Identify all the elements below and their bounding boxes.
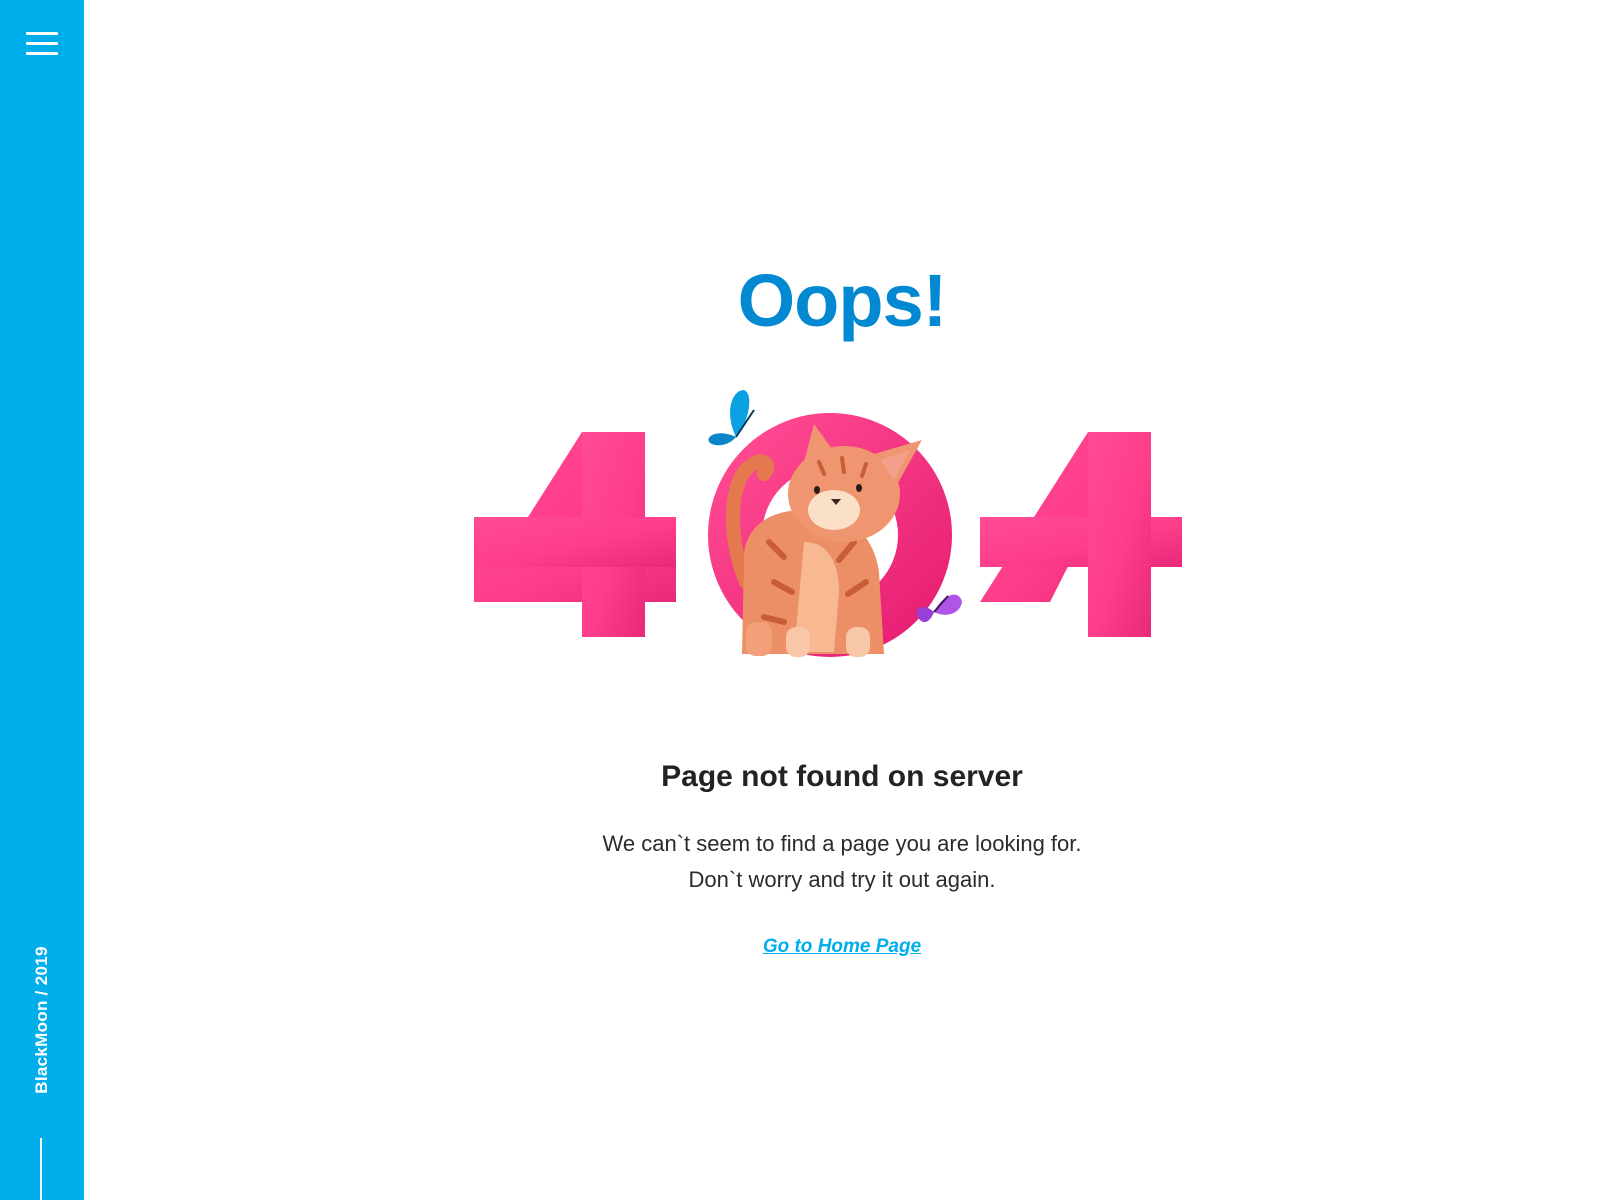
error-404-illustration bbox=[474, 390, 1182, 657]
description-line-2: Don`t worry and try it out again. bbox=[688, 867, 996, 892]
go-home-link[interactable]: Go to Home Page bbox=[763, 936, 921, 957]
butterfly-icon bbox=[708, 390, 755, 446]
error-description: We can`t seem to find a page you are loo… bbox=[84, 826, 1600, 898]
hamburger-menu-icon[interactable] bbox=[26, 32, 58, 58]
brand-label: BlackMoon / 2019 bbox=[32, 946, 51, 1094]
digit-four-left bbox=[474, 432, 676, 637]
error-heading: Page not found on server bbox=[661, 760, 1023, 793]
brand-divider bbox=[40, 1138, 42, 1200]
digit-four-right bbox=[980, 432, 1182, 637]
page-title: Oops! bbox=[737, 259, 948, 342]
main-content: Oops! Page not found on server We can`t … bbox=[84, 0, 1600, 1200]
description-line-1: We can`t seem to find a page you are loo… bbox=[602, 831, 1082, 856]
home-link-container: Go to Home Page bbox=[84, 936, 1600, 958]
sidebar: BlackMoon / 2019 bbox=[0, 0, 84, 1200]
